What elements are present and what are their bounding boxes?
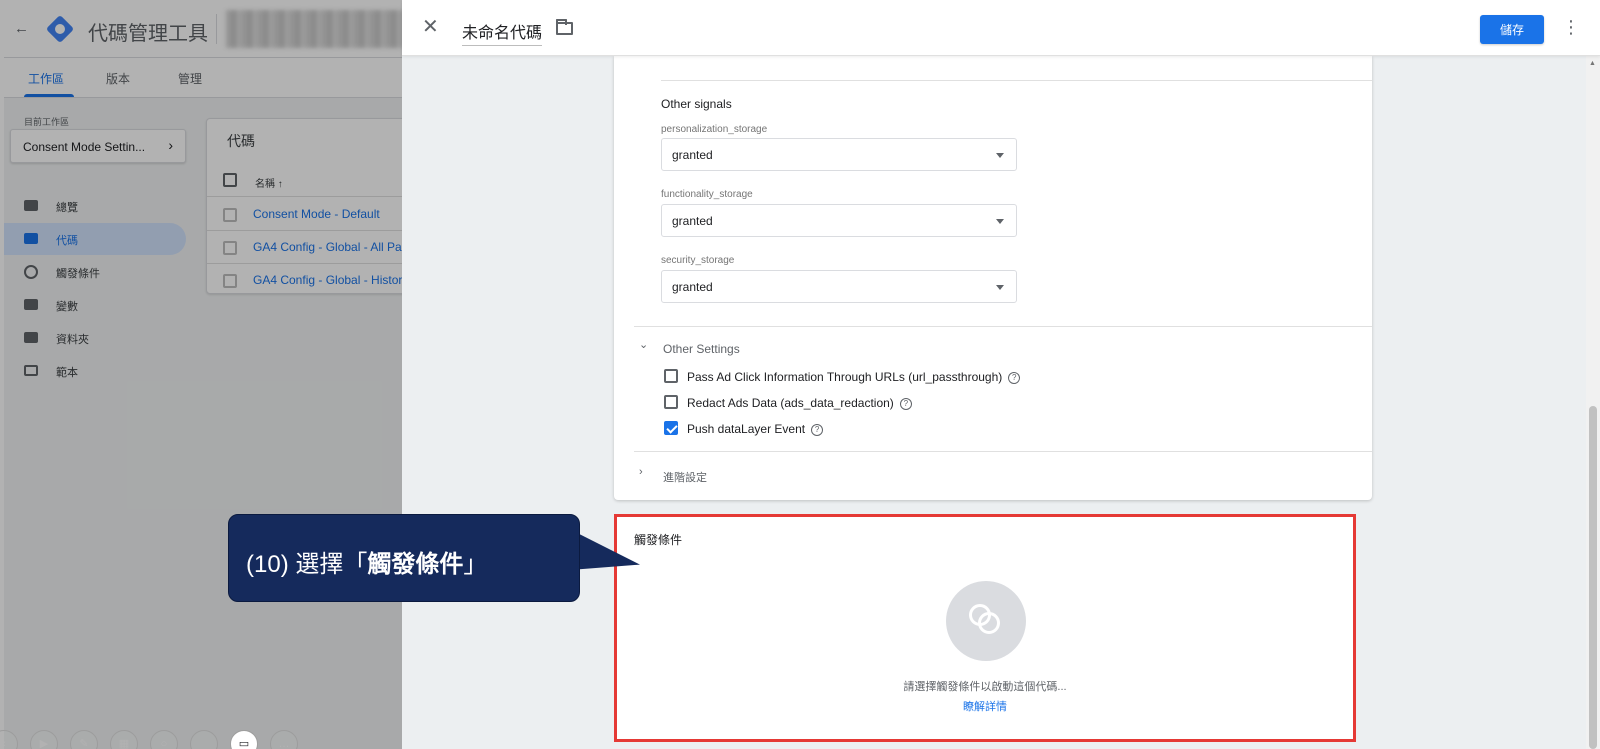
trigger-hint: 請選擇觸發條件以啟動這個代碼... bbox=[903, 681, 1067, 693]
caret-down-icon bbox=[996, 219, 1004, 224]
url-passthrough-checkbox[interactable] bbox=[664, 369, 678, 383]
ads-data-redaction-checkbox[interactable] bbox=[664, 395, 678, 409]
close-icon[interactable]: ✕ bbox=[422, 16, 439, 38]
trigger-icon-ring bbox=[978, 612, 1000, 634]
callout-prefix: (10) 選擇「 bbox=[246, 551, 368, 578]
personalization-storage-label: personalization_storage bbox=[661, 124, 768, 135]
divider bbox=[634, 451, 1372, 452]
save-button[interactable]: 儲存 bbox=[1480, 15, 1544, 44]
instruction-callout: (10) 選擇「觸發條件」 bbox=[228, 514, 580, 602]
editor-header: ✕ 未命名代碼 儲存 ⋮ bbox=[402, 0, 1600, 56]
learn-more-link[interactable]: 瞭解詳情 bbox=[617, 698, 1353, 714]
background-app: ← 代碼管理工具 工作區 版本 管理 目前工作區 Consent Mode Se… bbox=[0, 0, 416, 749]
tag-configuration-card: Other signals personalization_storage gr… bbox=[614, 56, 1372, 500]
select-value: granted bbox=[672, 214, 713, 228]
scrollbar-thumb[interactable] bbox=[1589, 406, 1597, 749]
personalization-storage-select[interactable]: granted bbox=[661, 138, 1017, 171]
help-icon[interactable]: ? bbox=[1008, 371, 1021, 384]
help-icon[interactable]: ? bbox=[811, 423, 824, 436]
folder-icon[interactable] bbox=[556, 19, 573, 35]
select-value: granted bbox=[672, 280, 713, 294]
url-passthrough-label: Pass Ad Click Information Through URLs (… bbox=[687, 370, 1021, 384]
select-value: granted bbox=[672, 148, 713, 162]
checkbox-label-text: Push dataLayer Event bbox=[687, 422, 806, 436]
advanced-settings-header[interactable]: 進階設定 bbox=[663, 469, 707, 485]
chevron-down-icon[interactable]: ⌄ bbox=[639, 338, 648, 351]
divider bbox=[634, 326, 1372, 327]
ads-data-redaction-label: Redact Ads Data (ads_data_redaction)? bbox=[687, 396, 912, 410]
screen: ← 代碼管理工具 工作區 版本 管理 目前工作區 Consent Mode Se… bbox=[0, 0, 1600, 749]
modal-scrim[interactable] bbox=[0, 0, 402, 749]
callout-text: (10) 選擇「觸發條件」 bbox=[246, 544, 487, 579]
functionality-storage-select[interactable]: granted bbox=[661, 204, 1017, 237]
more-vert-icon[interactable]: ⋮ bbox=[1562, 18, 1580, 36]
triggering-title: 觸發條件 bbox=[634, 533, 683, 547]
other-signals-title: Other signals bbox=[661, 97, 732, 111]
functionality-storage-label: functionality_storage bbox=[661, 189, 753, 200]
triggering-card[interactable]: 觸發條件 請選擇觸發條件以啟動這個代碼... 瞭解詳情 bbox=[614, 514, 1356, 742]
push-datalayer-checkbox[interactable] bbox=[664, 421, 678, 435]
checkbox-label-text: Redact Ads Data (ads_data_redaction) bbox=[687, 396, 894, 410]
caret-down-icon bbox=[996, 285, 1004, 290]
checkbox-label-text: Pass Ad Click Information Through URLs (… bbox=[687, 370, 1003, 384]
security-storage-label: security_storage bbox=[661, 255, 735, 266]
caret-down-icon bbox=[996, 153, 1004, 158]
trigger-icon[interactable] bbox=[946, 581, 1026, 661]
security-storage-select[interactable]: granted bbox=[661, 270, 1017, 303]
other-settings-header[interactable]: Other Settings bbox=[663, 342, 740, 356]
divider bbox=[661, 80, 1372, 81]
push-datalayer-label: Push dataLayer Event? bbox=[687, 422, 824, 436]
help-icon[interactable]: ? bbox=[899, 397, 912, 410]
chevron-right-icon[interactable]: › bbox=[639, 466, 643, 478]
callout-bold: 觸發條件 bbox=[367, 551, 464, 578]
callout-suffix: 」 bbox=[463, 551, 488, 578]
tag-editor-panel: ✕ 未命名代碼 儲存 ⋮ ▲ Other signals personaliza… bbox=[402, 0, 1600, 749]
tag-name-input[interactable]: 未命名代碼 bbox=[462, 19, 543, 46]
scrollbar[interactable]: ▲ bbox=[1586, 56, 1600, 749]
scroll-up-icon[interactable]: ▲ bbox=[1589, 60, 1596, 67]
